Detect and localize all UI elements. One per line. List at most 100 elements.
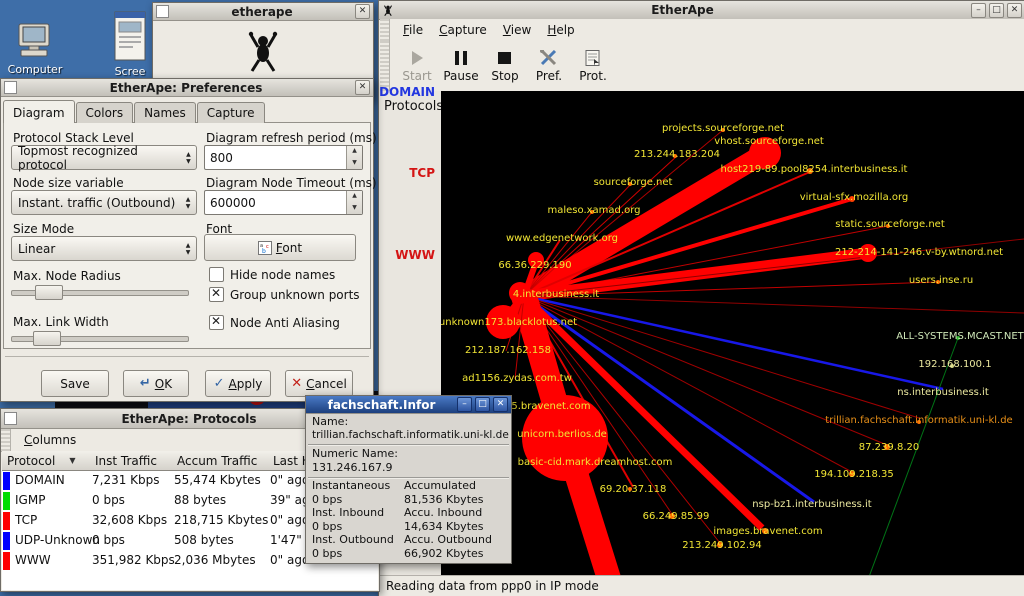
- stop-toolbar-button[interactable]: Stop: [483, 44, 527, 88]
- cross-icon: ✕: [291, 376, 302, 391]
- node-label[interactable]: ns.interbusiness.it: [897, 387, 989, 398]
- refresh-period-spinbox[interactable]: 800 ▲▼: [204, 145, 363, 170]
- close-icon[interactable]: ✕: [355, 80, 370, 95]
- main-titlebar[interactable]: EtherApe – □ ✕: [379, 1, 1024, 20]
- node-label[interactable]: 4.interbusiness.it: [513, 289, 599, 300]
- minimize-icon[interactable]: –: [457, 397, 472, 412]
- menu-help[interactable]: Help: [539, 20, 582, 40]
- max-link-width-slider[interactable]: [11, 331, 189, 345]
- node-label[interactable]: 69.20.37.118: [600, 484, 667, 495]
- node-label[interactable]: host219-89.pool8254.interbusiness.it: [721, 164, 908, 175]
- legend-item-domain[interactable]: DOMAIN: [379, 85, 435, 99]
- tab-capture[interactable]: Capture: [197, 102, 265, 123]
- font-button[interactable]: ac b Font: [204, 234, 356, 261]
- save-button[interactable]: Save: [41, 370, 109, 397]
- maximize-icon[interactable]: □: [475, 397, 490, 412]
- window-menu-icon[interactable]: [4, 412, 17, 425]
- checkbox-hide-node-names[interactable]: Hide node names: [209, 267, 335, 282]
- node-label[interactable]: ad1156.zydas.com.tw: [462, 373, 572, 384]
- close-icon[interactable]: ✕: [493, 397, 508, 412]
- etherape-mini-titlebar[interactable]: etherape ✕: [153, 3, 373, 21]
- cancel-button[interactable]: ✕Cancel: [285, 370, 353, 397]
- node-label[interactable]: maleso.xamad.org: [548, 205, 641, 216]
- checkbox-box-icon[interactable]: [209, 267, 224, 282]
- menubar-grip[interactable]: [1, 429, 11, 451]
- close-icon[interactable]: ✕: [355, 4, 370, 19]
- close-icon[interactable]: ✕: [1007, 3, 1022, 18]
- checkbox-box-icon[interactable]: [209, 315, 224, 330]
- checkbox-group-unknown-ports[interactable]: Group unknown ports: [209, 287, 360, 302]
- screenshot-icon: [113, 10, 147, 62]
- node-label[interactable]: www.edgenetwork.org: [506, 233, 618, 244]
- node-label[interactable]: 192.168.100.1: [918, 359, 991, 370]
- stat-left: Instantaneous: [312, 479, 390, 492]
- prot-toolbar-button[interactable]: Prot.: [571, 44, 615, 88]
- apply-button[interactable]: ✓Apply: [205, 370, 271, 397]
- node-timeout-spinbox[interactable]: 600000 ▲▼: [204, 190, 363, 215]
- node-label[interactable]: 213.249.102.94: [682, 540, 762, 551]
- node-label[interactable]: vhost.sourceforge.net: [714, 136, 824, 147]
- ok-button[interactable]: ↵OK: [123, 370, 189, 397]
- protocol-stack-level-combo[interactable]: Topmost recognized protocol ▲▼: [11, 145, 197, 170]
- checkbox-box-icon[interactable]: [209, 287, 224, 302]
- menubar-grip[interactable]: [380, 19, 390, 41]
- node-label[interactable]: 66.249.85.99: [643, 511, 710, 522]
- tab-names[interactable]: Names: [134, 102, 196, 123]
- column-header-accum-traffic[interactable]: Accum Traffic: [172, 451, 274, 471]
- stop-icon: [495, 50, 515, 66]
- node-label[interactable]: ALL-SYSTEMS.MCAST.NET: [896, 331, 1024, 342]
- node-label[interactable]: trillian.fachschaft.informatik.uni-kl.de: [825, 415, 1012, 426]
- menu-capture[interactable]: Capture: [431, 20, 495, 40]
- node-label[interactable]: 213.244.183.204: [634, 149, 720, 160]
- preferences-titlebar[interactable]: EtherApe: Preferences ✕: [1, 79, 373, 97]
- node-label[interactable]: static.sourceforge.net: [835, 219, 945, 230]
- desktop-icon-computer[interactable]: Computer: [0, 22, 70, 76]
- node-label[interactable]: projects.sourceforge.net: [662, 123, 784, 134]
- node-label[interactable]: nsp-bz1.interbusiness.it: [752, 499, 871, 510]
- minimize-icon[interactable]: –: [971, 3, 986, 18]
- window-menu-icon[interactable]: [4, 81, 17, 94]
- network-canvas[interactable]: projects.sourceforge.net vhost.sourceforg…: [441, 91, 1024, 575]
- tab-colors[interactable]: Colors: [76, 102, 134, 123]
- menu-view[interactable]: View: [495, 20, 539, 40]
- node-label[interactable]: 212.187.162.158: [465, 345, 551, 356]
- node-label[interactable]: basic-cid.mark.dreamhost.com: [518, 457, 673, 468]
- node-label[interactable]: 87.239.8.20: [859, 442, 919, 453]
- window-title: fachschaft.Infor: [309, 398, 454, 412]
- window-menu-icon[interactable]: [156, 5, 169, 18]
- node-label[interactable]: 212-214-141-246.v-by.wtnord.net: [835, 247, 1003, 258]
- node-info-titlebar[interactable]: fachschaft.Infor – □ ✕: [306, 396, 511, 414]
- max-node-radius-slider[interactable]: [11, 285, 189, 299]
- menu-columns[interactable]: Columns: [16, 430, 84, 450]
- legend-item-tcp[interactable]: TCP: [409, 166, 435, 180]
- legend-item-www[interactable]: WWW: [395, 248, 435, 262]
- node-label[interactable]: 66.36.229.190: [498, 260, 571, 271]
- node-label[interactable]: 194.109.218.35: [814, 469, 894, 480]
- node-label[interactable]: images.bravenet.com: [713, 526, 822, 537]
- node-label[interactable]: users.inse.ru: [909, 275, 973, 286]
- pref-toolbar-button[interactable]: Pref.: [527, 44, 571, 88]
- checkbox-node-anti-aliasing[interactable]: Node Anti Aliasing: [209, 315, 340, 330]
- column-header-protocol[interactable]: Protocol▼: [2, 451, 96, 471]
- menu-file[interactable]: File: [395, 20, 431, 40]
- node-label[interactable]: c45.bravenet.com: [499, 401, 590, 412]
- main-toolbar: StartPauseStopPref.Prot.: [380, 41, 1024, 92]
- node-label[interactable]: unknown173.blacklotus.net: [441, 317, 577, 328]
- node-size-variable-combo[interactable]: Instant. traffic (Outbound) ▲▼: [11, 190, 197, 215]
- pause-toolbar-button[interactable]: Pause: [439, 44, 483, 88]
- slider-handle[interactable]: [33, 331, 61, 346]
- node-label[interactable]: virtual-sfx.mozilla.org: [800, 192, 909, 203]
- tab-diagram[interactable]: Diagram: [3, 100, 75, 123]
- node-label[interactable]: unicorn.berlios.de: [517, 429, 607, 440]
- slider-handle[interactable]: [35, 285, 63, 300]
- button-label: OK: [155, 377, 172, 391]
- spinner-arrows-icon[interactable]: ▲▼: [346, 146, 362, 169]
- toolbar-grip[interactable]: [380, 41, 390, 91]
- spinner-arrows-icon[interactable]: ▲▼: [346, 191, 362, 214]
- column-header-inst-traffic[interactable]: Inst Traffic: [90, 451, 178, 471]
- maximize-icon[interactable]: □: [989, 3, 1004, 18]
- size-mode-combo[interactable]: Linear ▲▼: [11, 236, 197, 261]
- desktop-icon-screenshot[interactable]: Scree: [100, 10, 160, 78]
- sort-descending-icon[interactable]: ▼: [69, 456, 75, 465]
- node-label[interactable]: sourceforge.net: [594, 177, 673, 188]
